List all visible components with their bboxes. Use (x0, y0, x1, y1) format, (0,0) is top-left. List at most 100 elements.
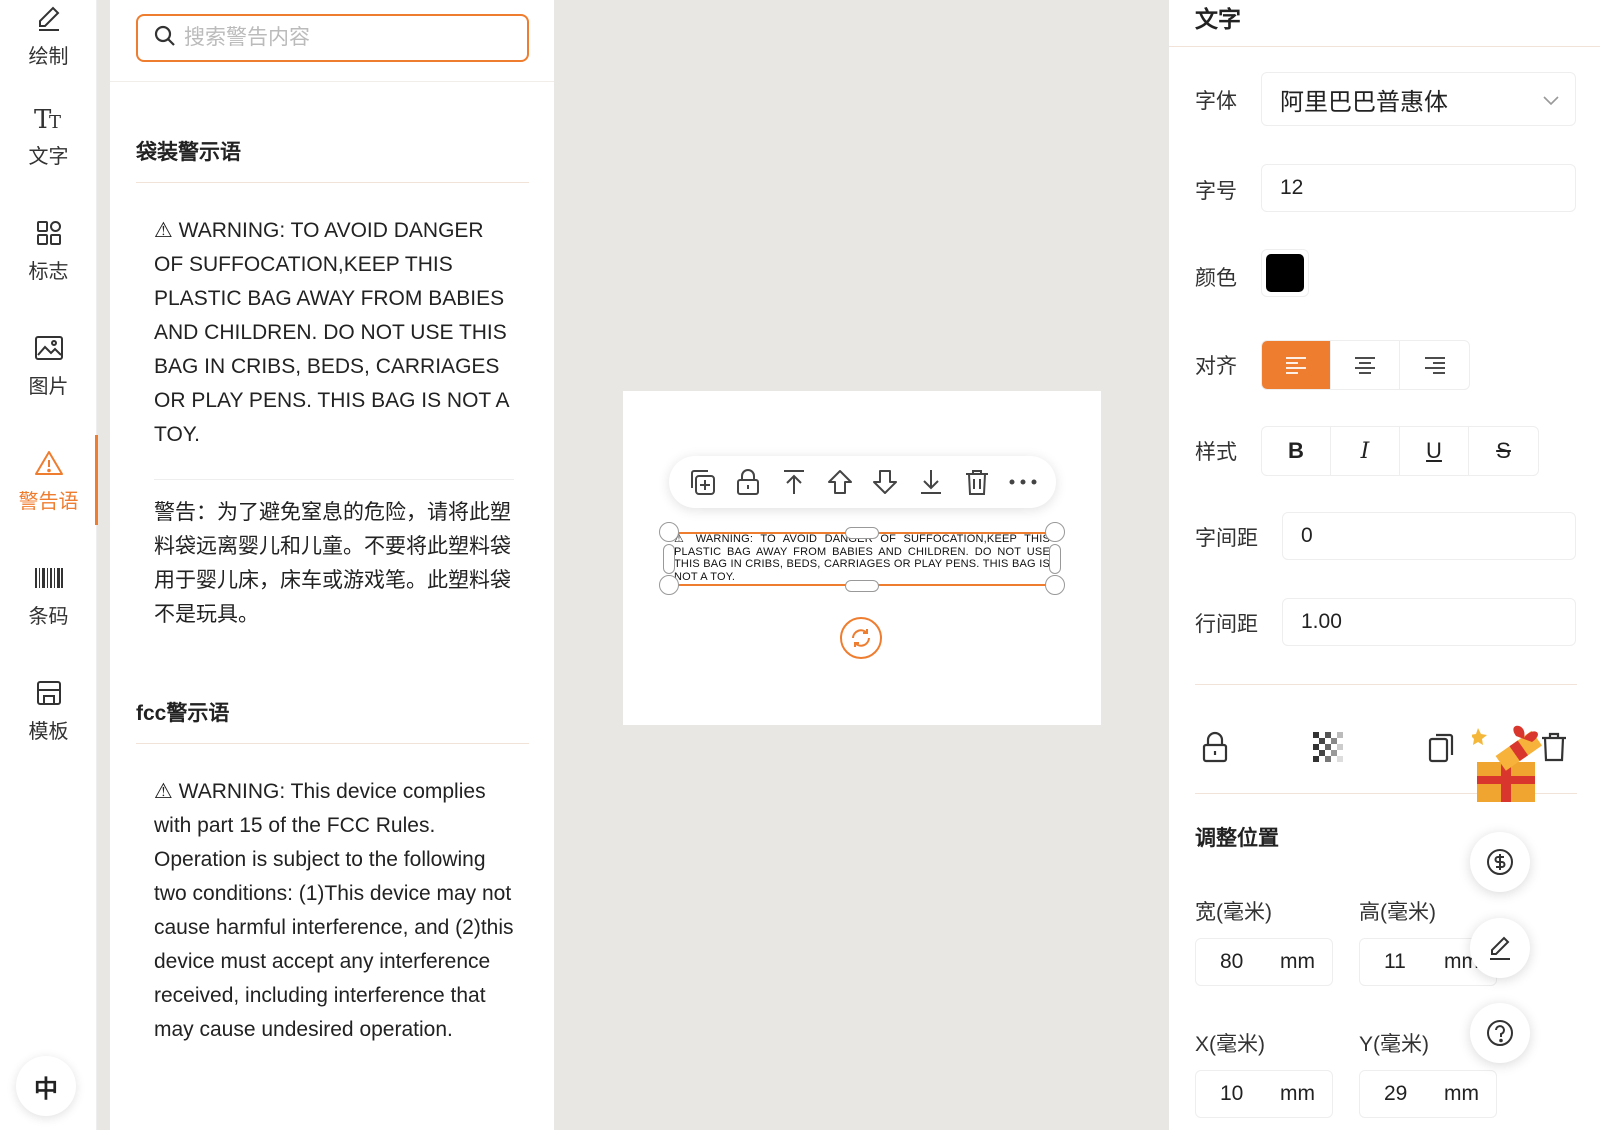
rail-item-label: 文字 (28, 145, 69, 168)
width-label: 宽(毫米) (1195, 901, 1272, 924)
help-icon (1487, 1020, 1513, 1046)
grid-icon (35, 217, 63, 249)
lock-icon[interactable] (730, 464, 766, 500)
feedback-button[interactable] (1470, 918, 1530, 978)
pencil-icon (35, 2, 63, 34)
gift-promo-button[interactable] (1470, 718, 1552, 808)
position-section-title: 调整位置 (1195, 827, 1279, 850)
opacity-icon[interactable] (1308, 727, 1348, 767)
section-title-fcc: fcc警示语 (136, 697, 529, 744)
rail-item-label: 绘制 (28, 45, 69, 68)
resize-handle-left[interactable] (663, 544, 675, 574)
x-field[interactable]: mm (1195, 1070, 1333, 1118)
line-spacing-label: 行间距 (1195, 613, 1258, 636)
color-label: 颜色 (1195, 267, 1237, 290)
style-label: 样式 (1195, 441, 1237, 464)
align-right-button[interactable] (1400, 341, 1469, 389)
unit-label: mm (1280, 1082, 1315, 1105)
warning-item[interactable]: ⚠ WARNING: This device complies with par… (154, 775, 514, 1047)
resize-handle-top-right[interactable] (1045, 522, 1065, 542)
delete-icon[interactable] (959, 464, 995, 500)
rail-item-label: 图片 (28, 375, 69, 398)
height-input[interactable] (1384, 950, 1432, 974)
y-label: Y(毫米) (1359, 1033, 1429, 1056)
search-input[interactable] (184, 26, 504, 50)
resize-handle-top[interactable] (845, 527, 879, 539)
rotate-icon (852, 629, 870, 647)
resize-handle-top-left[interactable] (659, 522, 679, 542)
font-size-input[interactable] (1280, 176, 1575, 200)
svg-text:T: T (49, 112, 61, 132)
rail-item-template[interactable]: 模板 (0, 665, 97, 755)
rail-item-draw[interactable]: 绘制 (0, 0, 97, 80)
letter-spacing-field[interactable] (1282, 512, 1576, 560)
align-left-button[interactable] (1262, 341, 1331, 389)
rail-item-text[interactable]: TT 文字 (0, 90, 97, 180)
align-center-button[interactable] (1331, 341, 1400, 389)
resize-handle-right[interactable] (1049, 544, 1061, 574)
width-field[interactable]: mm (1195, 938, 1333, 986)
color-picker[interactable] (1261, 249, 1309, 297)
height-label: 高(毫米) (1359, 901, 1436, 924)
warning-item[interactable]: ⚠ WARNING: TO AVOID DANGER OF SUFFOCATIO… (154, 214, 514, 452)
help-button[interactable] (1470, 1003, 1530, 1063)
pricing-button[interactable] (1470, 832, 1530, 892)
barcode-icon (34, 562, 64, 594)
y-field[interactable]: mm (1359, 1070, 1497, 1118)
move-down-icon[interactable] (867, 464, 903, 500)
align-group (1261, 340, 1470, 390)
copy-icon[interactable] (1421, 727, 1461, 767)
line-spacing-input[interactable] (1301, 610, 1575, 634)
bold-button[interactable]: B (1262, 427, 1331, 475)
font-family-value: 阿里巴巴普惠体 (1280, 88, 1448, 116)
language-toggle-button[interactable]: 中 (16, 1056, 76, 1116)
text-style-group: B I U S (1261, 426, 1539, 476)
rail-item-warning[interactable]: 警告语 (0, 435, 98, 525)
divider (1195, 684, 1577, 685)
bring-to-front-icon[interactable] (776, 464, 812, 500)
strikethrough-button[interactable]: S (1469, 427, 1538, 475)
send-to-back-icon[interactable] (913, 464, 949, 500)
search-icon (154, 25, 176, 52)
section-title-bag: 袋装警示语 (136, 136, 529, 183)
panel-title: 文字 (1195, 6, 1241, 32)
x-label: X(毫米) (1195, 1033, 1265, 1056)
resize-handle-bottom-left[interactable] (659, 575, 679, 595)
warning-item[interactable]: 警告：为了避免窒息的危险，请将此塑料袋远离婴儿和儿童。不要将此塑料袋用于婴儿床，… (154, 496, 514, 632)
rail-item-barcode[interactable]: 条码 (0, 550, 97, 640)
divider (154, 479, 514, 480)
align-left-icon (1286, 357, 1306, 374)
rail-item-label: 警告语 (18, 490, 79, 513)
letter-spacing-input[interactable] (1301, 524, 1575, 548)
align-right-icon (1424, 357, 1445, 374)
unit-label: mm (1444, 1082, 1479, 1105)
underline-button[interactable]: U (1400, 427, 1469, 475)
line-spacing-field[interactable] (1282, 598, 1576, 646)
element-toolbar (669, 456, 1056, 508)
width-input[interactable] (1220, 950, 1268, 974)
size-label: 字号 (1195, 180, 1237, 203)
font-label: 字体 (1195, 90, 1237, 113)
lock-icon[interactable] (1195, 727, 1235, 767)
font-family-select[interactable]: 阿里巴巴普惠体 (1261, 72, 1576, 126)
side-nav-rail: 绘制 TT 文字 标志 图片 警告语 条码 模板 中 (0, 0, 98, 1130)
chevron-down-icon (1543, 85, 1559, 113)
search-box[interactable] (136, 14, 529, 62)
search-bar (110, 0, 554, 82)
font-size-field[interactable] (1261, 164, 1576, 212)
rotate-handle[interactable] (840, 617, 882, 659)
move-up-icon[interactable] (822, 464, 858, 500)
resize-handle-bottom-right[interactable] (1045, 575, 1065, 595)
unit-label: mm (1280, 950, 1315, 973)
rail-item-logo[interactable]: 标志 (0, 205, 97, 295)
italic-button[interactable]: I (1331, 427, 1400, 475)
resize-handle-bottom[interactable] (845, 580, 879, 592)
x-input[interactable] (1220, 1082, 1268, 1106)
more-icon[interactable] (1005, 464, 1041, 500)
y-input[interactable] (1384, 1082, 1432, 1106)
selected-text-element[interactable]: ⚠ WARNING: TO AVOID DANGER OF SUFFOCATIO… (670, 533, 1054, 585)
letter-spacing-label: 字间距 (1195, 527, 1258, 550)
rail-item-image[interactable]: 图片 (0, 320, 97, 410)
rail-item-label: 标志 (28, 260, 69, 283)
duplicate-icon[interactable] (684, 464, 720, 500)
